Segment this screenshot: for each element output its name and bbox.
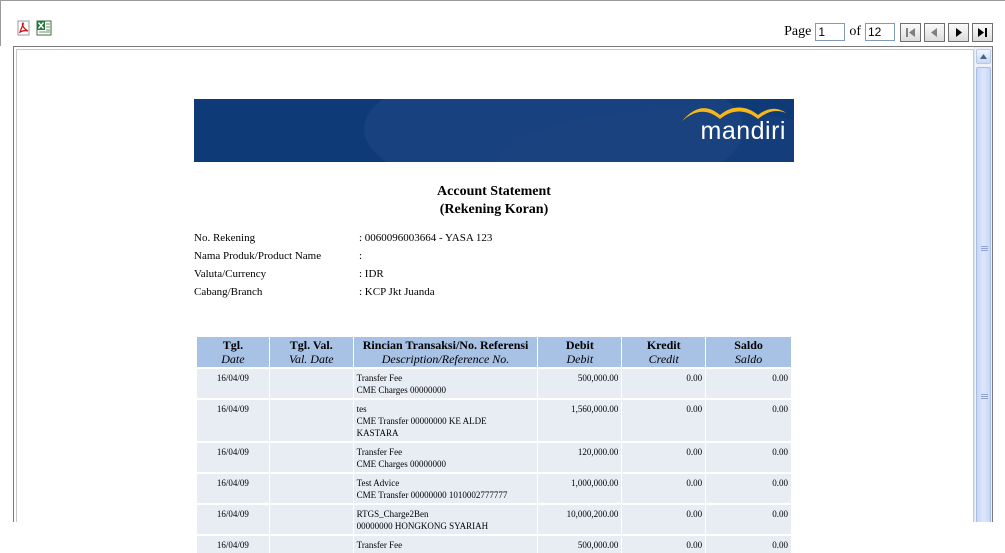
cell-debit: 500,000.00 (538, 534, 622, 553)
cell-saldo: 0.00 (706, 534, 791, 553)
col-date: Tgl. Date (197, 337, 269, 367)
cell-val-date (269, 534, 353, 553)
account-info: No. Rekening : 0060096003664 - YASA 123 … (194, 229, 794, 301)
first-page-button[interactable] (900, 22, 921, 42)
cell-date: 16/04/09 (197, 534, 269, 553)
next-page-button[interactable] (948, 22, 969, 42)
table-row: 16/04/09 RTGS_Charge2Ben 00000000 HONGKON… (197, 503, 791, 534)
chevron-up-icon (980, 54, 987, 59)
first-page-icon (906, 27, 915, 37)
statement-title: Account Statement (Rekening Koran) (194, 183, 794, 219)
of-label: of (849, 24, 861, 39)
page-number-input[interactable] (815, 23, 846, 41)
cell-date: 16/04/09 (197, 472, 269, 503)
previous-page-button[interactable] (924, 22, 945, 42)
col-val-date: Tgl. Val. Val. Date (269, 337, 353, 367)
info-product-name: Nama Produk/Product Name : (194, 250, 363, 262)
cell-date: 16/04/09 (197, 441, 269, 472)
cell-credit: 0.00 (622, 367, 706, 398)
cell-date: 16/04/09 (197, 503, 269, 534)
info-branch: Cabang/Branch : KCP Jkt Juanda (194, 286, 435, 298)
cell-val-date (269, 503, 353, 534)
cell-date: 16/04/09 (197, 367, 269, 398)
table-row: 16/04/09 Transfer Fee 500,000.00 0.00 0.… (197, 534, 791, 553)
cell-credit: 0.00 (622, 534, 706, 553)
title-indonesian: (Rekening Koran) (439, 202, 549, 217)
cell-debit: 1,560,000.00 (538, 398, 622, 441)
pagination: Page of (782, 21, 993, 43)
thumb-grip (981, 394, 988, 400)
cell-credit: 0.00 (622, 398, 706, 441)
table-row: 16/04/09 Test Advice CME Transfer 0000000… (197, 472, 791, 503)
cell-saldo: 0.00 (706, 441, 791, 472)
cell-description: RTGS_Charge2Ben 00000000 HONGKONG SYARIAH (353, 503, 538, 534)
total-pages-field (865, 23, 895, 41)
cell-description: tes CME Transfer 00000000 KE ALDE KASTARA (353, 398, 538, 441)
bank-banner: mandiri (194, 99, 794, 162)
col-saldo: Saldo Saldo (706, 337, 791, 367)
cell-debit: 1,000,000.00 (538, 472, 622, 503)
title-english: Account Statement (437, 184, 551, 199)
cell-debit: 500,000.00 (538, 367, 622, 398)
cell-description: Test Advice CME Transfer 00000000 1010002… (353, 472, 538, 503)
cell-credit: 0.00 (622, 503, 706, 534)
vertical-scrollbar[interactable] (974, 47, 992, 522)
bank-logo-text: mandiri (700, 117, 786, 145)
cell-description: Transfer Fee CME Charges 00000000 (353, 367, 538, 398)
col-description: Rincian Transaksi/No. Referensi Descripti… (353, 337, 538, 367)
cell-saldo: 0.00 (706, 472, 791, 503)
cell-date: 16/04/09 (197, 398, 269, 441)
last-page-icon (978, 27, 987, 37)
pdf-export-icon[interactable] (16, 20, 32, 36)
previous-page-icon (931, 27, 937, 37)
table-row: 16/04/09 tes CME Transfer 00000000 KE ALD… (197, 398, 791, 441)
cell-credit: 0.00 (622, 472, 706, 503)
col-credit: Kredit Credit (622, 337, 706, 367)
excel-export-icon[interactable] (36, 20, 52, 36)
cell-saldo: 0.00 (706, 398, 791, 441)
report-toolbar: Page of (0, 0, 1005, 46)
cell-saldo: 0.00 (706, 503, 791, 534)
last-page-button[interactable] (972, 22, 993, 42)
cell-val-date (269, 441, 353, 472)
info-account-number: No. Rekening : 0060096003664 - YASA 123 (194, 232, 493, 244)
scroll-up-button[interactable] (976, 49, 991, 64)
cell-credit: 0.00 (622, 441, 706, 472)
cell-val-date (269, 398, 353, 441)
account-statement: mandiri Account Statement (Rekening Kora… (194, 99, 794, 553)
cell-saldo: 0.00 (706, 367, 791, 398)
transactions-table: Tgl. Date Tgl. Val. Val. Date Rincian Tran… (196, 337, 792, 553)
cell-val-date (269, 472, 353, 503)
page-label: Page (784, 24, 812, 39)
cell-debit: 120,000.00 (538, 441, 622, 472)
cell-description: Transfer Fee CME Charges 00000000 (353, 441, 538, 472)
table-header-row: Tgl. Date Tgl. Val. Val. Date Rincian Tran… (197, 337, 791, 367)
cell-description: Transfer Fee (353, 534, 538, 553)
next-page-icon (956, 27, 962, 37)
cell-debit: 10,000,200.00 (538, 503, 622, 534)
info-currency: Valuta/Currency : IDR (194, 268, 384, 280)
table-row: 16/04/09 Transfer Fee CME Charges 0000000… (197, 441, 791, 472)
cell-val-date (269, 367, 353, 398)
scroll-thumb[interactable] (976, 67, 991, 522)
table-row: 16/04/09 Transfer Fee CME Charges 0000000… (197, 367, 791, 398)
thumb-grip (981, 246, 988, 252)
col-debit: Debit Debit (538, 337, 622, 367)
